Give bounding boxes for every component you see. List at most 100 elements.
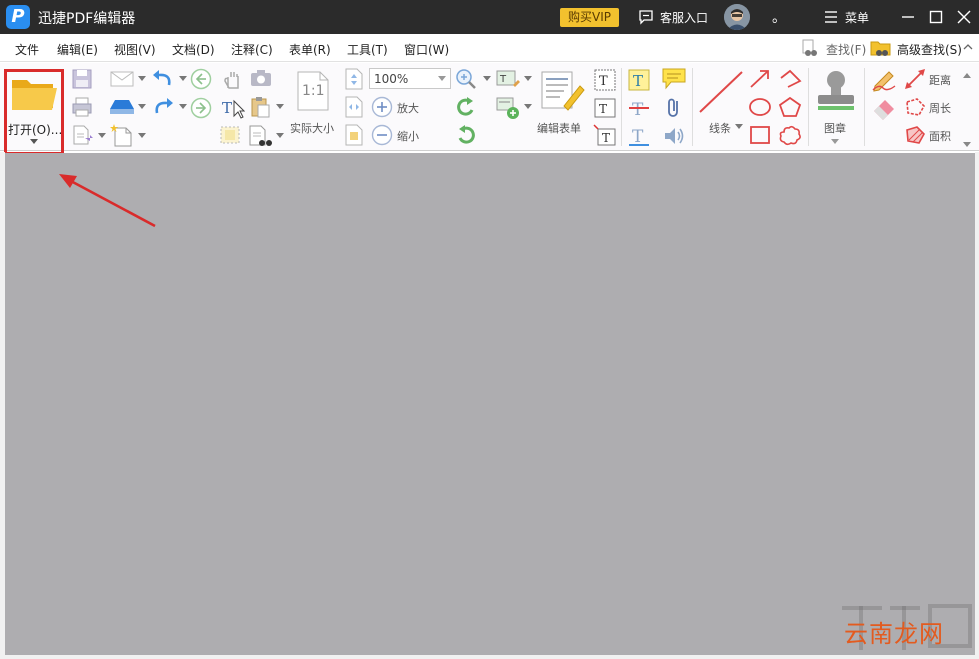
customer-service-link[interactable]: 客服入口 bbox=[660, 9, 708, 26]
line-tool-icon[interactable] bbox=[698, 70, 744, 114]
area-label[interactable]: 面积 bbox=[929, 128, 951, 144]
print-icon[interactable] bbox=[71, 96, 93, 118]
typewriter-icon[interactable]: T bbox=[627, 68, 651, 92]
toolbar-separator bbox=[808, 68, 809, 146]
svg-text:T: T bbox=[632, 100, 644, 120]
crop-page-icon[interactable] bbox=[218, 124, 242, 146]
text-field-caret-icon[interactable] bbox=[524, 76, 532, 82]
menu-document[interactable]: 文档(D) bbox=[172, 41, 215, 58]
minimize-icon[interactable] bbox=[899, 8, 917, 26]
undo-icon[interactable] bbox=[151, 69, 175, 89]
paste-clipboard-icon[interactable] bbox=[249, 96, 271, 118]
select-text-icon[interactable]: T bbox=[221, 97, 245, 119]
stamp-caret-icon[interactable] bbox=[831, 139, 839, 145]
actual-size-label[interactable]: 实际大小 bbox=[290, 120, 334, 136]
hamburger-menu-icon[interactable] bbox=[824, 10, 838, 24]
find-in-document-icon[interactable] bbox=[248, 124, 274, 148]
save-icon[interactable] bbox=[71, 68, 93, 90]
hand-tool-icon[interactable] bbox=[221, 68, 243, 90]
fit-width-icon[interactable] bbox=[344, 96, 364, 118]
fit-page-icon[interactable] bbox=[344, 68, 364, 90]
edit-form-label[interactable]: 编辑表单 bbox=[537, 120, 581, 136]
rotate-left-icon[interactable] bbox=[455, 96, 477, 118]
distance-label[interactable]: 距离 bbox=[929, 72, 951, 88]
menu-edit[interactable]: 编辑(E) bbox=[57, 41, 98, 58]
lines-caret-icon[interactable] bbox=[735, 124, 743, 130]
distance-tool-icon[interactable] bbox=[904, 68, 926, 90]
export-dropdown-caret-icon[interactable] bbox=[98, 133, 106, 139]
scanner-icon[interactable] bbox=[109, 98, 135, 116]
zoom-tool-caret-icon[interactable] bbox=[483, 76, 491, 82]
previous-page-icon[interactable] bbox=[190, 68, 212, 90]
ellipse-tool-icon[interactable] bbox=[748, 96, 772, 118]
perimeter-tool-icon[interactable] bbox=[904, 96, 926, 118]
add-form-field-icon[interactable] bbox=[496, 96, 522, 120]
add-form-field-caret-icon[interactable] bbox=[524, 104, 532, 110]
toolbar-scroll-up-icon[interactable] bbox=[962, 70, 972, 80]
eraser-icon[interactable] bbox=[871, 96, 897, 120]
svg-text:T: T bbox=[599, 102, 607, 116]
rectangle-tool-icon[interactable] bbox=[748, 124, 772, 146]
zoom-in-icon[interactable] bbox=[371, 96, 393, 118]
sticky-note-icon[interactable] bbox=[661, 67, 687, 91]
snapshot-camera-icon[interactable] bbox=[249, 68, 273, 88]
cloud-tool-icon[interactable] bbox=[778, 124, 802, 146]
pencil-icon[interactable] bbox=[871, 68, 897, 92]
strikeout-text-icon[interactable]: T bbox=[627, 96, 651, 120]
buy-vip-button[interactable]: 购买VIP bbox=[560, 8, 619, 27]
undo-dropdown-caret-icon[interactable] bbox=[179, 76, 187, 82]
new-document-icon[interactable] bbox=[110, 123, 134, 147]
zoom-tool-magnifier-icon[interactable] bbox=[455, 68, 479, 90]
callout-text-icon[interactable]: T bbox=[593, 124, 617, 148]
table-text-icon[interactable]: T bbox=[593, 68, 617, 92]
zoom-out-icon[interactable] bbox=[371, 124, 393, 146]
zoom-out-label[interactable]: 缩小 bbox=[397, 128, 419, 144]
email-icon[interactable] bbox=[110, 70, 134, 88]
area-tool-icon[interactable] bbox=[904, 124, 926, 146]
chat-bubble-icon[interactable] bbox=[638, 9, 654, 25]
chevron-up-icon[interactable] bbox=[962, 42, 974, 52]
user-avatar[interactable] bbox=[724, 4, 750, 30]
menu-form[interactable]: 表单(R) bbox=[289, 41, 331, 58]
text-field-icon[interactable]: T bbox=[496, 68, 522, 90]
text-box-icon[interactable]: T bbox=[593, 96, 617, 120]
export-icon[interactable] bbox=[71, 124, 95, 146]
menu-comment[interactable]: 注释(C) bbox=[231, 41, 273, 58]
advanced-find-button[interactable]: 高级查找(S) bbox=[897, 41, 962, 58]
highlight-box bbox=[4, 69, 64, 155]
paste-dropdown-caret-icon[interactable] bbox=[276, 104, 284, 110]
redo-dropdown-caret-icon[interactable] bbox=[179, 104, 187, 110]
menu-tools[interactable]: 工具(T) bbox=[347, 41, 388, 58]
zoom-dropdown-caret-icon[interactable] bbox=[438, 76, 446, 82]
maximize-icon[interactable] bbox=[927, 8, 945, 26]
stamp-label[interactable]: 图章 bbox=[824, 120, 846, 136]
redo-icon[interactable] bbox=[151, 97, 175, 117]
advanced-find-icon[interactable] bbox=[870, 38, 892, 58]
next-page-icon[interactable] bbox=[190, 97, 212, 119]
toolbar-scroll-down-icon[interactable] bbox=[962, 140, 972, 150]
arrow-tool-icon[interactable] bbox=[748, 68, 772, 90]
stamp-icon[interactable] bbox=[814, 68, 858, 112]
perimeter-label[interactable]: 周长 bbox=[929, 100, 951, 116]
close-icon[interactable] bbox=[955, 8, 973, 26]
find-button[interactable]: 查找(F) bbox=[826, 41, 866, 58]
underline-text-icon[interactable]: T bbox=[627, 124, 651, 148]
rotate-right-icon[interactable] bbox=[455, 124, 477, 146]
fit-visible-icon[interactable] bbox=[344, 124, 364, 146]
scanner-dropdown-caret-icon[interactable] bbox=[138, 104, 146, 110]
lines-label[interactable]: 线条 bbox=[709, 120, 731, 136]
edit-form-icon[interactable] bbox=[540, 70, 586, 112]
zoom-in-label[interactable]: 放大 bbox=[397, 100, 419, 116]
menu-view[interactable]: 视图(V) bbox=[114, 41, 156, 58]
polyline-tool-icon[interactable] bbox=[778, 68, 802, 90]
find-in-document-caret-icon[interactable] bbox=[276, 133, 284, 139]
new-document-dropdown-caret-icon[interactable] bbox=[138, 133, 146, 139]
main-menu-button[interactable]: 菜单 bbox=[845, 9, 869, 26]
polygon-tool-icon[interactable] bbox=[778, 96, 802, 118]
menu-window[interactable]: 窗口(W) bbox=[404, 41, 449, 58]
attach-file-icon[interactable] bbox=[663, 96, 685, 120]
menu-file[interactable]: 文件 bbox=[15, 41, 39, 58]
sound-icon[interactable] bbox=[662, 124, 686, 148]
email-dropdown-caret-icon[interactable] bbox=[138, 76, 146, 82]
find-binoculars-icon[interactable] bbox=[800, 38, 820, 58]
